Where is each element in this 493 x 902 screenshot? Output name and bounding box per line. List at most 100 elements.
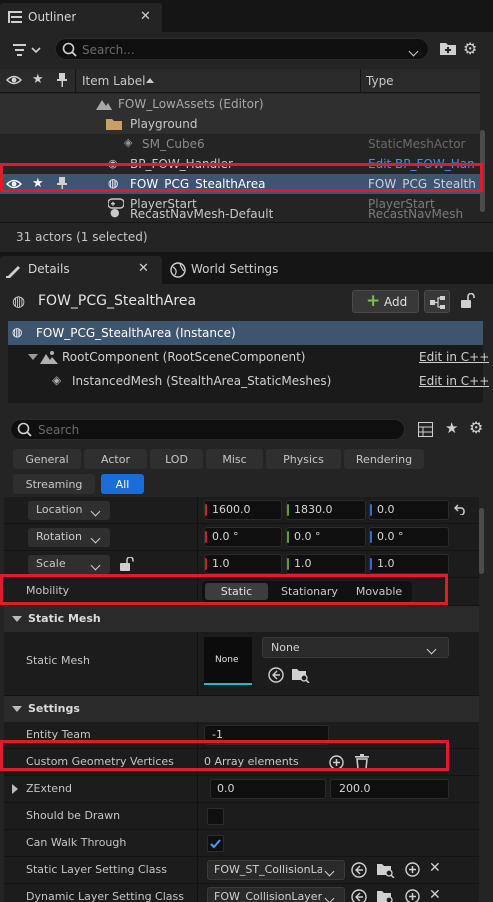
- pin-icon[interactable]: [56, 177, 68, 194]
- entity-team-value: -1: [212, 728, 223, 741]
- clear-icon[interactable]: ✕: [429, 860, 441, 876]
- use-selected-arrow-icon[interactable]: [351, 889, 367, 902]
- browse-folder-icon[interactable]: [377, 889, 395, 902]
- close-icon[interactable]: ✕: [140, 9, 151, 24]
- rotation-x-field[interactable]: 0.0 °: [204, 527, 282, 547]
- rotation-dropdown[interactable]: Rotation: [28, 528, 110, 547]
- favorites-star-icon[interactable]: ★: [445, 419, 458, 437]
- world-settings-tab[interactable]: World Settings: [164, 256, 304, 284]
- browse-folder-icon[interactable]: [292, 667, 310, 686]
- static-mesh-asset-dropdown[interactable]: None: [262, 637, 449, 658]
- close-icon[interactable]: ✕: [138, 261, 149, 276]
- location-z-field[interactable]: 0.0: [369, 500, 449, 520]
- filter-tab-physics[interactable]: Physics: [266, 449, 341, 469]
- component-row[interactable]: ◈ InstancedMesh (StealthArea_StaticMeshe…: [8, 369, 489, 393]
- column-divider: [197, 578, 198, 605]
- outliner-scrollbar[interactable]: [480, 130, 485, 212]
- list-item[interactable]: FOW_LowAssets (Editor): [0, 94, 480, 114]
- favorite-column-star-icon[interactable]: ★: [32, 72, 44, 87]
- filter-tab-lod[interactable]: LOD: [150, 449, 203, 469]
- reset-arrow-icon[interactable]: [453, 503, 467, 518]
- settings-category-header[interactable]: Settings: [4, 696, 479, 722]
- visibility-column-eye-icon[interactable]: [5, 73, 23, 90]
- use-selected-arrow-icon[interactable]: [351, 862, 367, 881]
- location-x-field[interactable]: 1600.0: [204, 500, 282, 520]
- use-selected-arrow-icon[interactable]: [268, 667, 284, 686]
- scale-dropdown[interactable]: Scale: [28, 555, 110, 574]
- browse-folder-icon[interactable]: [377, 862, 395, 881]
- entity-team-field[interactable]: -1: [204, 725, 329, 745]
- clear-icon[interactable]: ✕: [429, 887, 441, 902]
- gear-icon[interactable]: ⚙: [469, 418, 483, 437]
- search-icon: [17, 422, 33, 441]
- scale-z-field[interactable]: 1.0: [369, 554, 449, 574]
- details-search-input[interactable]: Search: [10, 419, 405, 440]
- trash-icon[interactable]: [355, 754, 369, 773]
- scale-y-field[interactable]: 1.0: [286, 554, 366, 574]
- filter-tab-all[interactable]: All: [101, 474, 144, 494]
- static-mesh-thumbnail[interactable]: None: [204, 637, 252, 685]
- component-row[interactable]: RootComponent (RootSceneComponent) Edit …: [8, 345, 489, 369]
- mobility-static-option[interactable]: Static: [205, 583, 268, 600]
- list-item[interactable]: ◉ BP_FOW_Handler Edit BP_FOW_Hand: [0, 154, 480, 174]
- lock-open-icon[interactable]: [120, 556, 134, 574]
- location-y-field[interactable]: 1830.0: [286, 500, 366, 520]
- location-dropdown[interactable]: Location: [28, 501, 110, 520]
- edit-blueprint-link[interactable]: Edit BP_FOW_Hand: [368, 157, 476, 171]
- filter-tab-general[interactable]: General: [13, 449, 81, 469]
- edit-in-cpp-link[interactable]: Edit in C++: [419, 350, 489, 364]
- filter-tab-actor[interactable]: Actor: [84, 449, 147, 469]
- dynamic-layer-dropdown[interactable]: FOW_CollisionLayer: [207, 887, 345, 902]
- add-new-icon[interactable]: [405, 862, 420, 880]
- mobility-stationary-option[interactable]: Stationary: [272, 583, 347, 600]
- edit-in-cpp-link[interactable]: Edit in C++: [419, 374, 489, 388]
- filter-tab-rendering[interactable]: Rendering: [344, 449, 424, 469]
- entity-team-label: Entity Team: [26, 728, 91, 741]
- scale-x-field[interactable]: 1.0: [204, 554, 282, 574]
- component-row-selected[interactable]: ◍ FOW_PCG_StealthArea (Instance): [8, 321, 483, 345]
- collapse-arrow-icon[interactable]: [28, 354, 38, 360]
- expand-arrow-icon[interactable]: [12, 784, 18, 794]
- gear-icon[interactable]: ⚙: [463, 39, 477, 58]
- col-type[interactable]: Type: [366, 74, 394, 88]
- add-element-icon[interactable]: [329, 755, 344, 773]
- column-divider: [197, 857, 198, 883]
- chevron-down-icon[interactable]: [408, 44, 419, 58]
- blueprint-options-button[interactable]: [424, 290, 450, 313]
- details-scrollbar[interactable]: [479, 508, 484, 574]
- static-mesh-section-title: Static Mesh: [28, 612, 101, 625]
- list-item[interactable]: ● RecastNavMesh-Default RecastNavMesh: [0, 206, 480, 222]
- list-item-selected[interactable]: ★ ◍ FOW_PCG_StealthArea FOW_PCG_StealthA: [0, 174, 480, 194]
- add-component-button[interactable]: + Add: [352, 290, 419, 313]
- details-tab-title: Details: [28, 262, 70, 276]
- rotation-y-field[interactable]: 0.0 °: [286, 527, 366, 547]
- filter-icon[interactable]: [13, 42, 41, 58]
- zextend-min-field[interactable]: 0.0: [210, 779, 326, 799]
- custom-geometry-vertices-value: 0 Array elements: [204, 755, 299, 768]
- static-mesh-category-header[interactable]: Static Mesh: [4, 606, 479, 632]
- visibility-eye-icon[interactable]: [5, 177, 23, 194]
- rotation-z-field[interactable]: 0.0 °: [369, 527, 449, 547]
- column-divider: [75, 69, 76, 93]
- filter-tab-streaming[interactable]: Streaming: [13, 474, 95, 494]
- details-tab[interactable]: Details ✕: [0, 256, 162, 284]
- col-item-label[interactable]: Item Label: [82, 74, 146, 88]
- list-item[interactable]: ◈ SM_Cube6 StaticMeshActor: [0, 134, 480, 154]
- favorite-star-icon[interactable]: ★: [32, 176, 44, 191]
- outliner-search-input[interactable]: Search...: [55, 38, 429, 60]
- checkmark-icon: [209, 837, 222, 853]
- list-item[interactable]: Playground: [0, 114, 480, 134]
- zextend-max-field[interactable]: 200.0: [330, 779, 449, 799]
- scale-x-value: 1.0: [212, 557, 230, 570]
- mobility-movable-option[interactable]: Movable: [348, 583, 410, 600]
- filter-tab-misc[interactable]: Misc: [206, 449, 263, 469]
- add-folder-icon[interactable]: [440, 41, 456, 58]
- outliner-tab[interactable]: Outliner ✕: [0, 3, 162, 32]
- should-be-drawn-checkbox[interactable]: [207, 808, 224, 825]
- property-matrix-icon[interactable]: [418, 422, 433, 440]
- lock-open-icon[interactable]: [461, 292, 475, 312]
- static-layer-dropdown[interactable]: FOW_ST_CollisionLay: [207, 860, 345, 880]
- can-walk-through-checkbox[interactable]: [207, 835, 224, 852]
- pin-column-icon[interactable]: [56, 73, 68, 90]
- add-new-icon[interactable]: [405, 889, 420, 902]
